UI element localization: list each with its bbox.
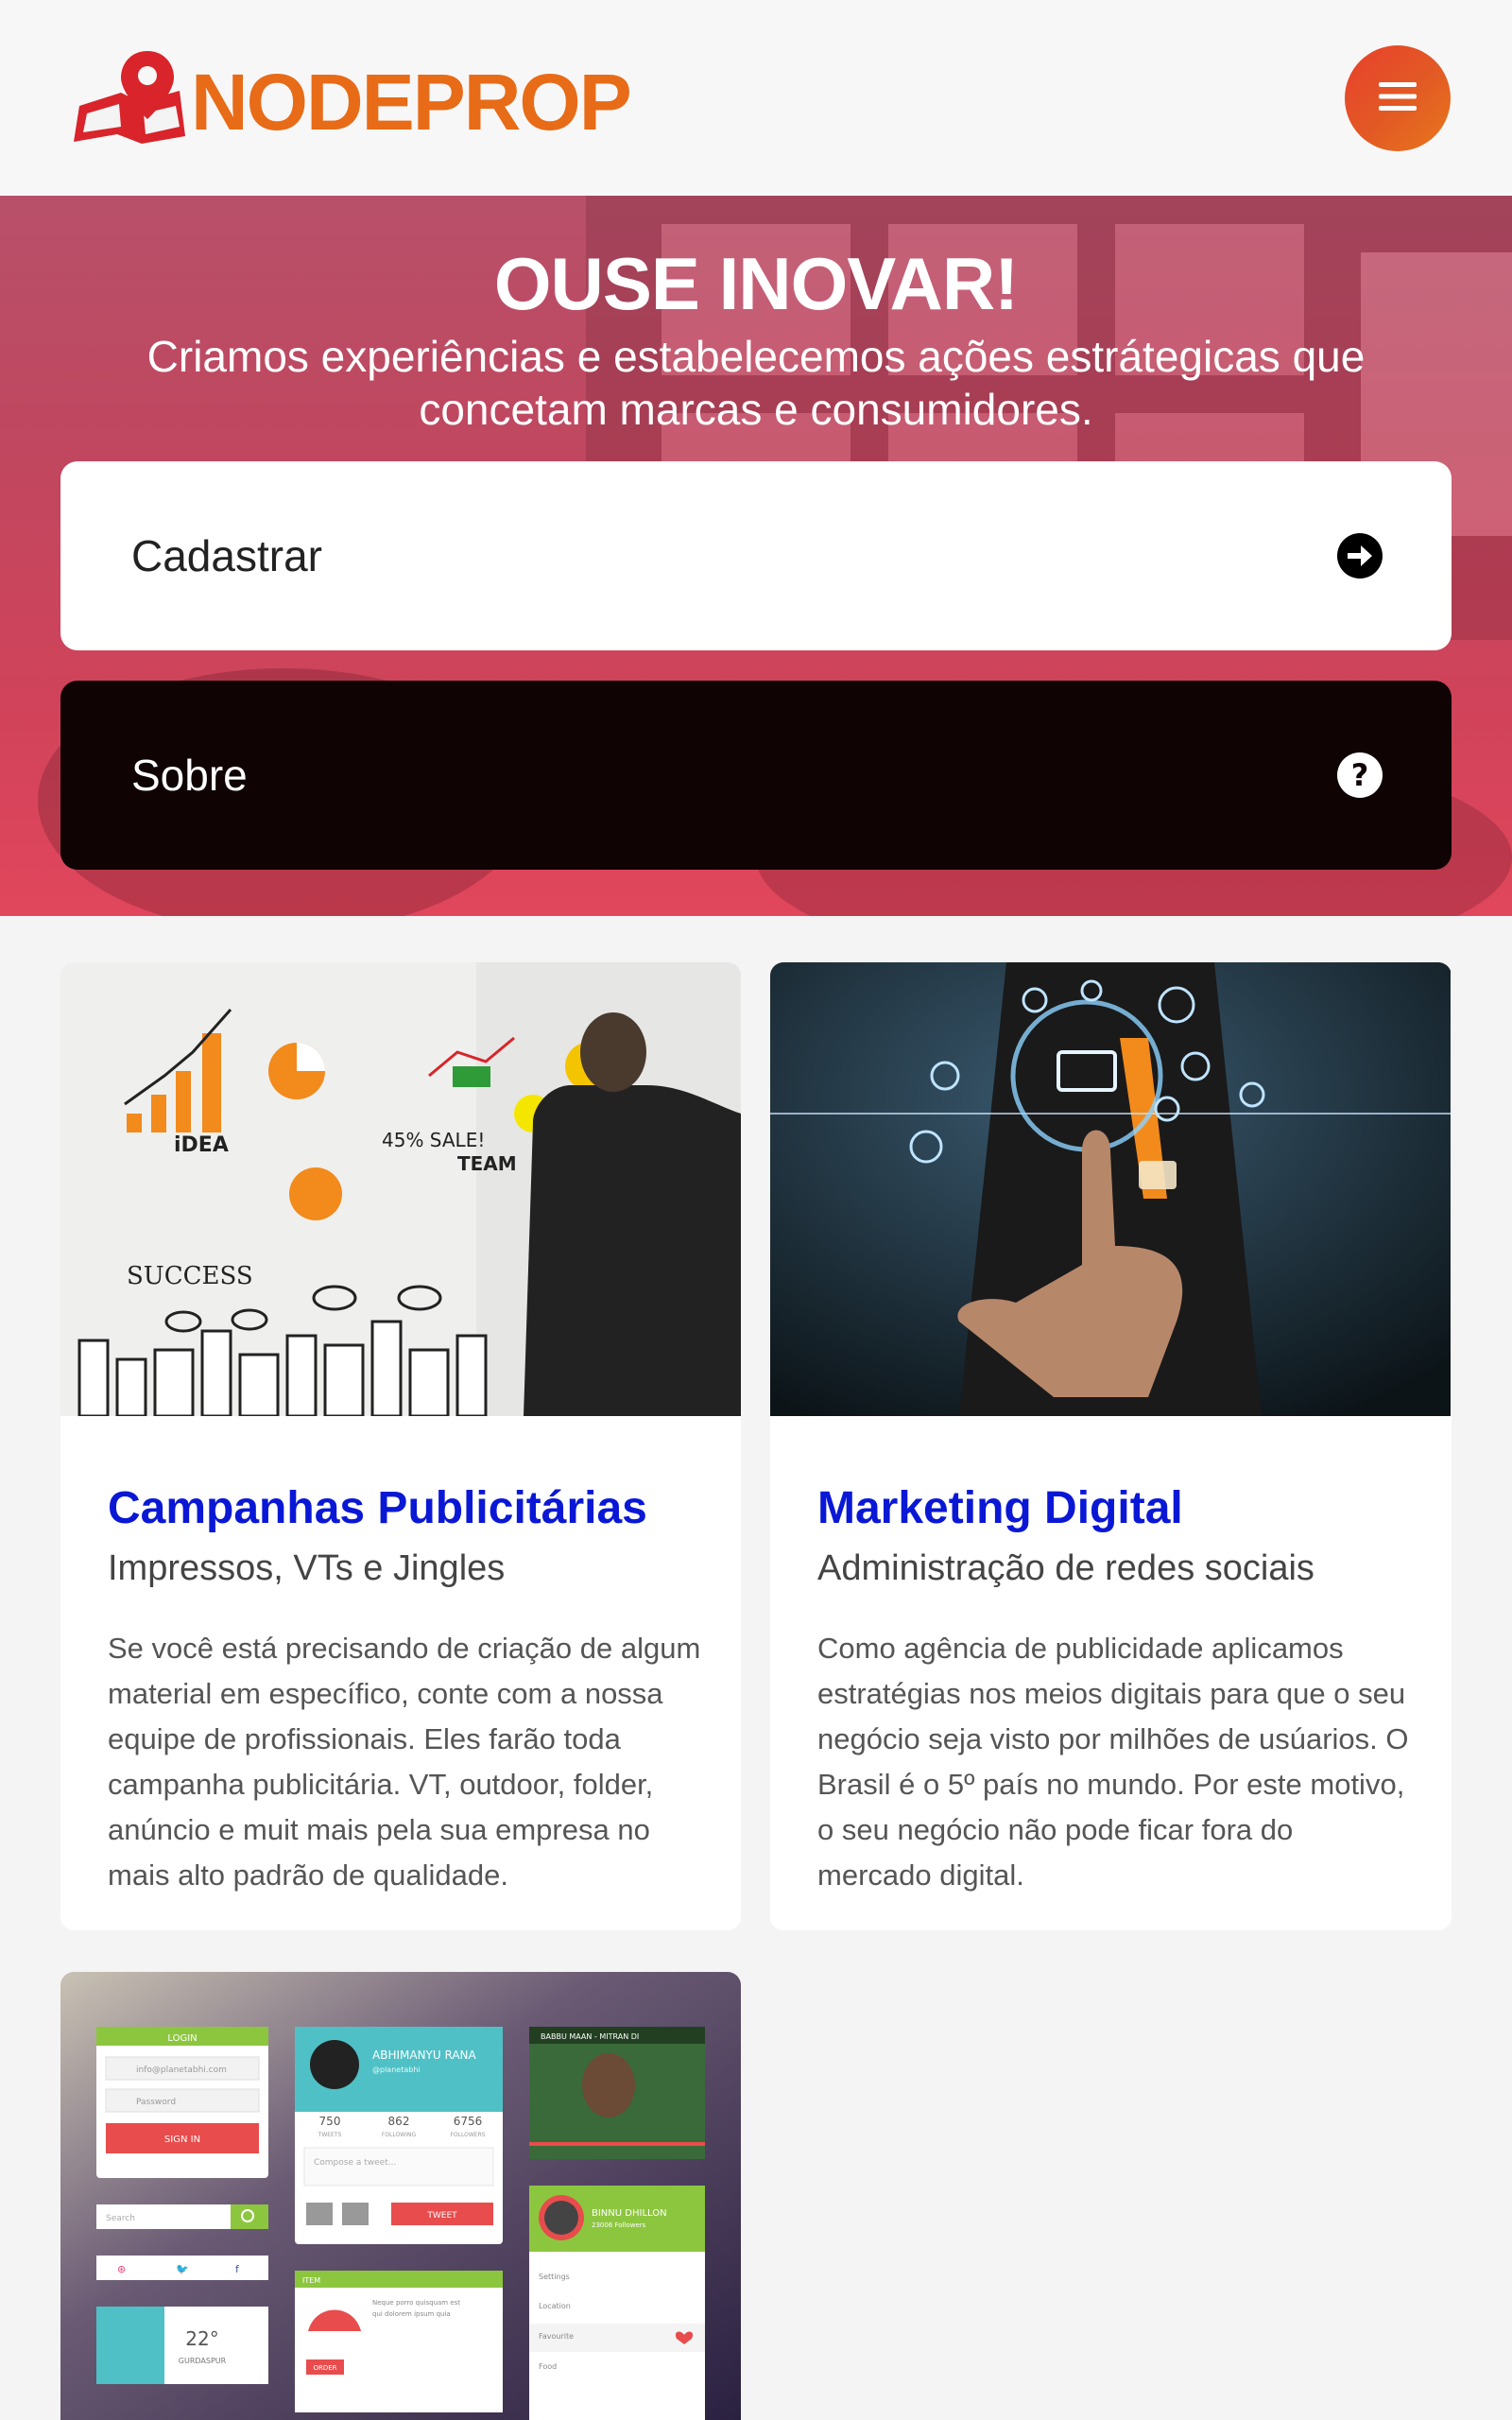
svg-text:FOLLOWERS: FOLLOWERS — [450, 2132, 485, 2138]
card-description: Se você está precisando de criação de al… — [108, 1632, 701, 1892]
video-title: BABBU MAAN - MITRAN DI — [541, 2032, 639, 2041]
svg-text:750: 750 — [319, 2115, 341, 2128]
cadastrar-button[interactable]: Cadastrar — [60, 461, 1452, 650]
tweet-button: TWEET — [426, 2211, 457, 2221]
card-image-ui-kit: LOGIN info@planetabhi.com Password SIGN … — [60, 1972, 741, 2420]
hero-subtitle: Criamos experiências e estabelecemos açõ… — [146, 332, 1366, 434]
email-field: info@planetabhi.com — [136, 2066, 227, 2075]
svg-text:23006 Followers: 23006 Followers — [592, 2221, 646, 2229]
svg-text:45% SALE!: 45% SALE! — [382, 1129, 485, 1151]
svg-text:🐦: 🐦 — [176, 2263, 189, 2275]
arrow-circle-right-icon — [1337, 533, 1383, 579]
sobre-button[interactable]: Sobre ? — [60, 681, 1452, 870]
search-input: Search — [106, 2214, 135, 2223]
order-button: ORDER — [313, 2364, 336, 2372]
card-title[interactable]: Campanhas Publicitárias — [108, 1482, 647, 1534]
profile-handle: @planetabhi — [372, 2066, 421, 2074]
card-description: Como agência de publicidade aplicamos es… — [817, 1632, 1409, 1892]
password-field: Password — [136, 2098, 176, 2107]
login-title: LOGIN — [167, 2033, 197, 2044]
svg-text:BINNU DHILLON: BINNU DHILLON — [592, 2208, 667, 2219]
card-marketing-digital[interactable]: Marketing Digital Administração de redes… — [770, 962, 1452, 1930]
sobre-label: Sobre — [131, 751, 248, 800]
profile-name: ABHIMANYU RANA — [372, 2048, 477, 2062]
weather-city: GURDASPUR — [179, 2357, 227, 2365]
svg-text:Settings: Settings — [539, 2273, 570, 2281]
card-subtitle: Impressos, VTs e Jingles — [108, 1548, 506, 1588]
svg-text:TEAM: TEAM — [457, 1152, 517, 1175]
logo-text: NODEPROP — [191, 58, 632, 147]
svg-text:6756: 6756 — [454, 2115, 483, 2128]
svg-text:TWEETS: TWEETS — [318, 2132, 342, 2138]
svg-text:ITEM: ITEM — [302, 2276, 320, 2285]
svg-text:SUCCESS: SUCCESS — [127, 1262, 253, 1290]
svg-text:862: 862 — [388, 2115, 410, 2128]
compose-field: Compose a tweet... — [314, 2158, 396, 2168]
top-bar: NODEPROP — [0, 0, 1512, 196]
svg-text:FOLLOWING: FOLLOWING — [382, 2132, 417, 2138]
map-pin-logo-icon — [74, 51, 185, 144]
svg-text:iDEA: iDEA — [174, 1133, 229, 1157]
svg-text:Neque porro quisquam est: Neque porro quisquam est — [372, 2299, 460, 2307]
svg-text:Favourite: Favourite — [539, 2332, 574, 2341]
card-image-digital-touch — [770, 962, 1451, 1416]
svg-text:Food: Food — [539, 2362, 557, 2371]
hamburger-icon — [1379, 80, 1417, 117]
question-circle-icon: ? — [1337, 752, 1383, 798]
logo[interactable]: NODEPROP — [74, 42, 632, 147]
svg-text:⊛: ⊛ — [117, 2263, 126, 2275]
hero-title: OUSE INOVAR! — [493, 242, 1019, 325]
card-campanhas[interactable]: iDEA 45% SALE! TEAM SUCCESS Campanhas Pu… — [60, 962, 741, 1930]
svg-text:qui dolorem ipsum quia: qui dolorem ipsum quia — [372, 2310, 451, 2318]
weather-temp: 22° — [185, 2327, 218, 2350]
sign-in-button: SIGN IN — [164, 2135, 200, 2145]
menu-button[interactable] — [1345, 45, 1451, 151]
card-ui-kit[interactable]: LOGIN info@planetabhi.com Password SIGN … — [60, 1972, 741, 2420]
svg-text:?: ? — [1351, 757, 1369, 793]
cadastrar-label: Cadastrar — [131, 531, 322, 580]
svg-text:Location: Location — [539, 2302, 571, 2310]
card-image-business-whiteboard: iDEA 45% SALE! TEAM SUCCESS — [60, 962, 741, 1416]
card-title[interactable]: Marketing Digital — [817, 1482, 1183, 1534]
card-subtitle: Administração de redes sociais — [817, 1548, 1314, 1588]
hero-section: OUSE INOVAR! Criamos experiências e esta… — [0, 196, 1512, 916]
